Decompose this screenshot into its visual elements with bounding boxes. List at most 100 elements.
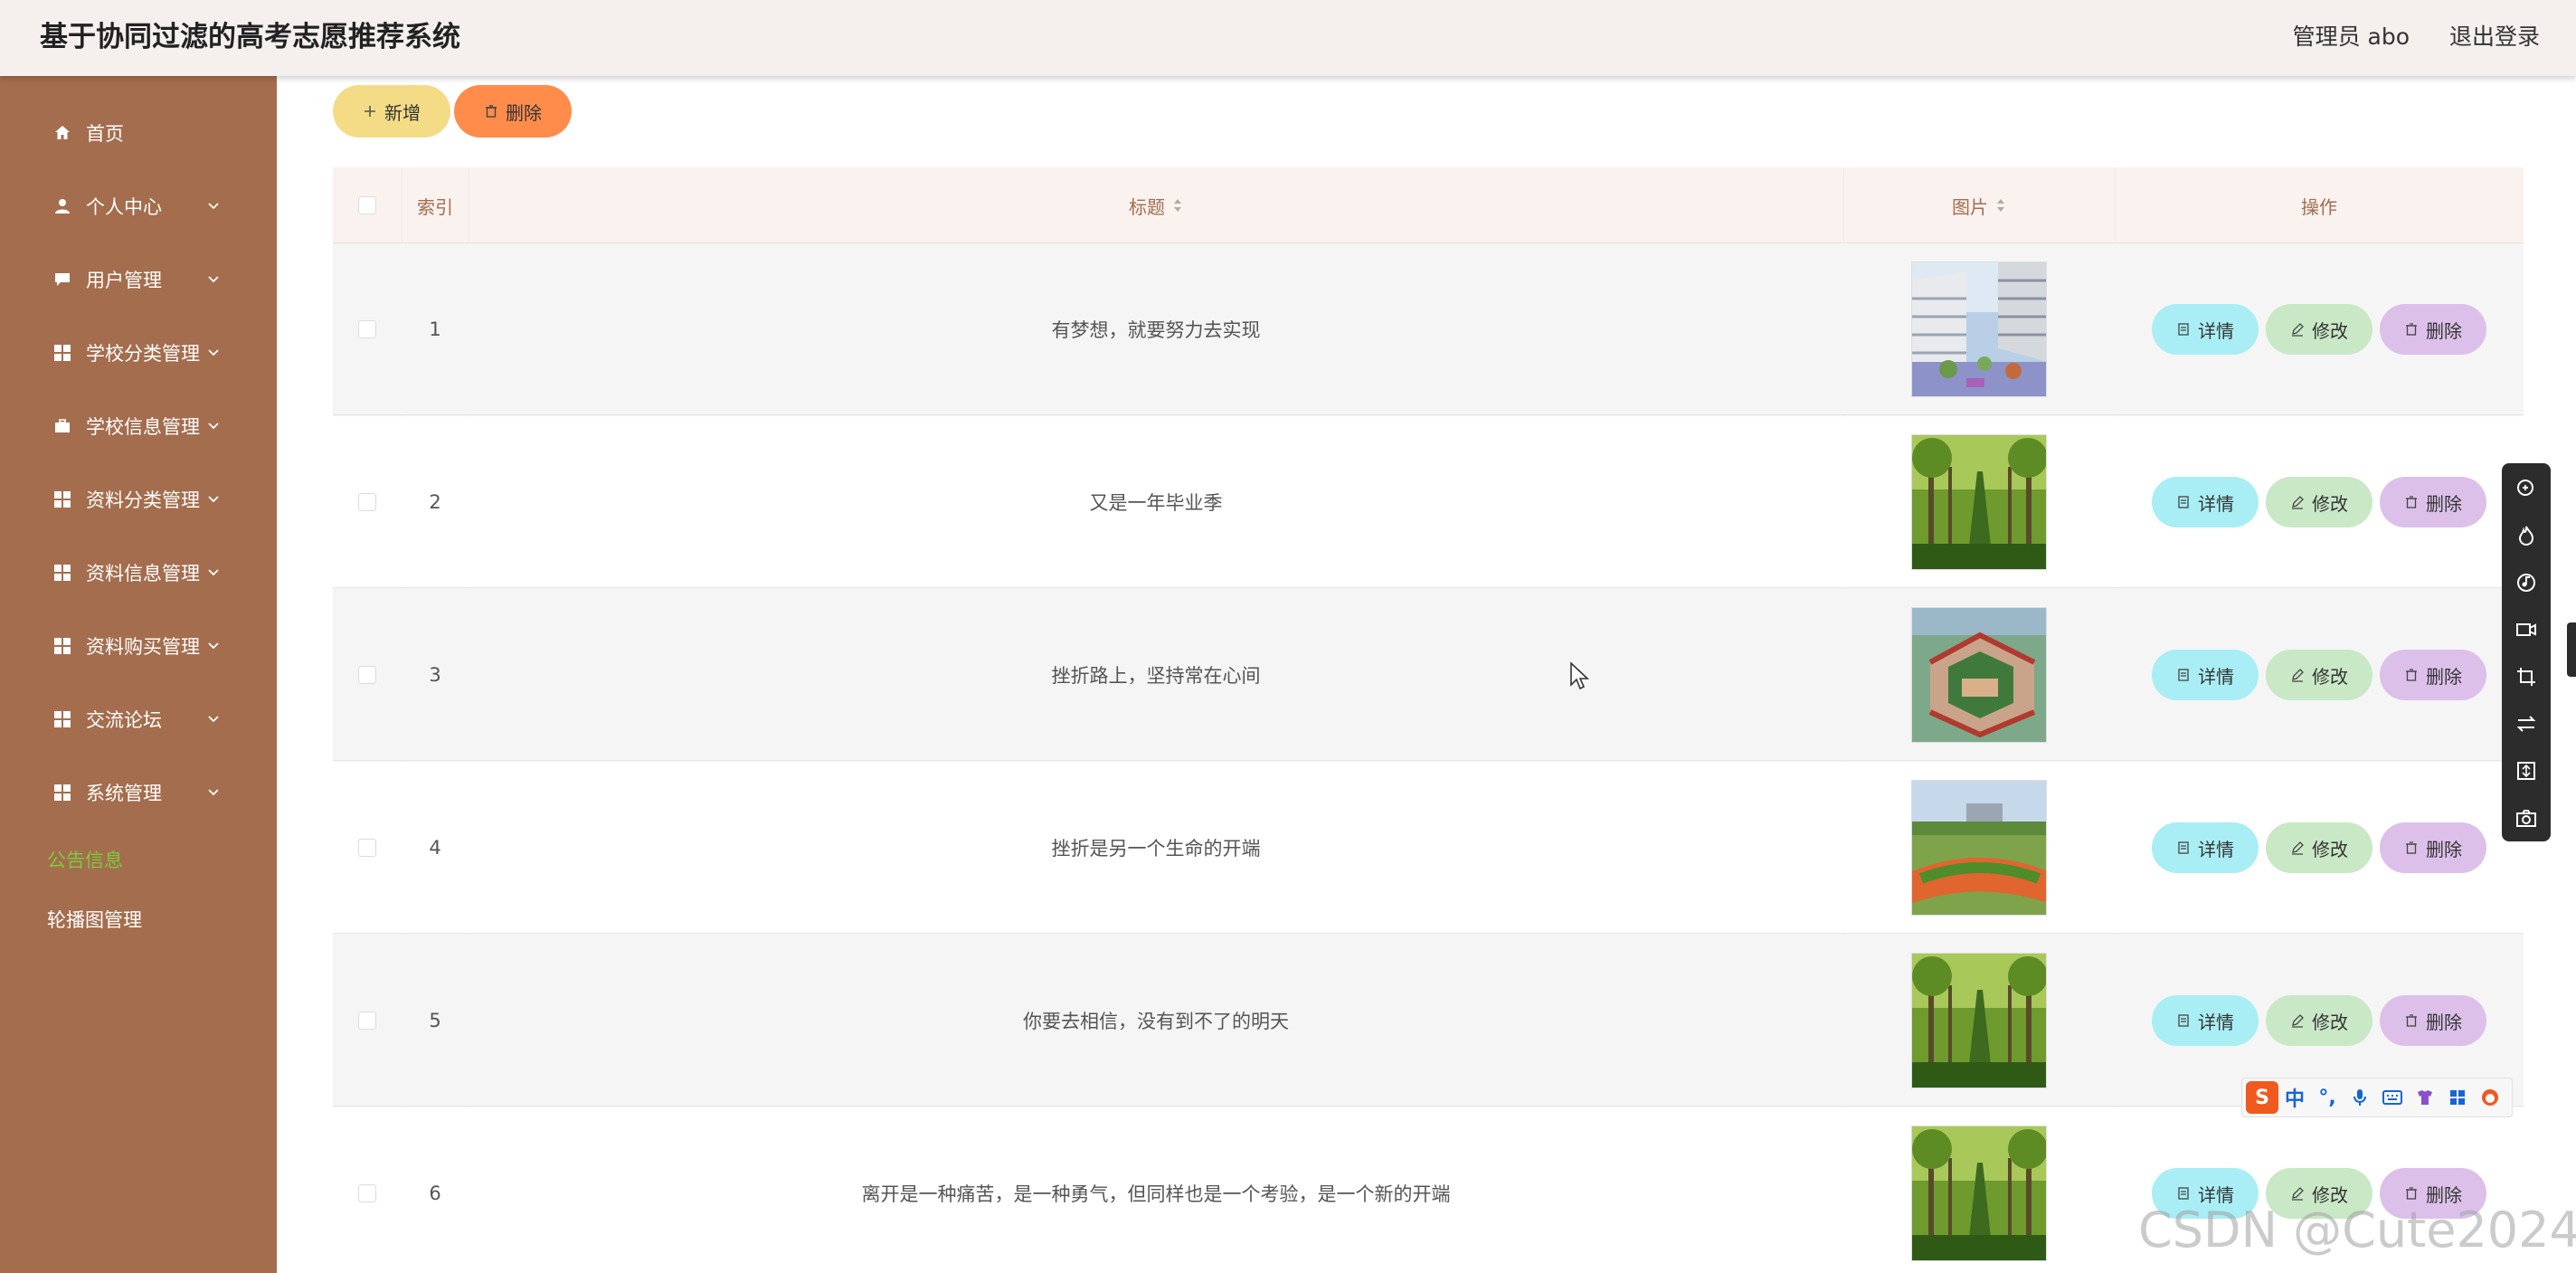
flame-icon[interactable] xyxy=(2515,525,2537,546)
swap-icon[interactable] xyxy=(2515,713,2537,735)
logout-link[interactable]: 退出登录 xyxy=(2449,24,2540,50)
sogou-logo-icon[interactable]: S xyxy=(2246,1081,2278,1114)
row-checkbox[interactable] xyxy=(358,493,376,511)
row-index: 3 xyxy=(429,664,441,686)
row-index: 4 xyxy=(429,837,441,859)
select-all-checkbox[interactable] xyxy=(358,196,376,214)
microphone-icon[interactable] xyxy=(2344,1081,2376,1114)
sidebar-item-label: 资料信息管理 xyxy=(86,563,200,584)
sidebar-item-material-info[interactable]: 资料信息管理 xyxy=(0,546,277,600)
detail-button[interactable]: 详情 xyxy=(2152,995,2259,1046)
detail-button[interactable]: 详情 xyxy=(2152,822,2259,873)
floating-toolbar-handle[interactable] xyxy=(2567,622,2576,677)
sidebar-item-school-info[interactable]: 学校信息管理 xyxy=(0,399,277,453)
row-image-cell xyxy=(1843,589,2115,761)
row-title: 挫折是另一个生命的开端 xyxy=(1051,838,1261,860)
tree-lined-road-photo[interactable] xyxy=(1911,1126,2047,1261)
trash-icon xyxy=(2404,1013,2419,1028)
document-icon xyxy=(2176,495,2191,509)
sort-icon[interactable] xyxy=(1995,197,2006,214)
edit-button[interactable]: 修改 xyxy=(2266,822,2372,873)
sidebar-item-system[interactable]: 系统管理 xyxy=(0,765,277,820)
grid-icon xyxy=(52,563,72,583)
scroll-capture-icon[interactable] xyxy=(2515,760,2537,782)
sidebar-item-school-category[interactable]: 学校分类管理 xyxy=(0,326,277,380)
row-image-cell xyxy=(1843,762,2115,934)
row-index: 6 xyxy=(429,1183,441,1204)
column-header-image[interactable]: 图片 xyxy=(1843,167,2115,243)
campus-aerial-photo[interactable] xyxy=(1911,607,2047,743)
pencil-icon xyxy=(2290,668,2305,682)
edit-button[interactable]: 修改 xyxy=(2266,477,2372,527)
batch-delete-button[interactable]: 删除 xyxy=(454,85,572,138)
edit-button[interactable]: 修改 xyxy=(2266,995,2372,1046)
trash-icon xyxy=(484,104,498,119)
remove-button[interactable]: 删除 xyxy=(2380,650,2486,700)
edit-button[interactable]: 修改 xyxy=(2266,650,2372,700)
row-checkbox[interactable] xyxy=(358,320,376,338)
ime-toolbar: S 中 °, xyxy=(2241,1078,2513,1117)
music-icon[interactable] xyxy=(2515,572,2537,594)
floating-toolbar xyxy=(2502,463,2551,841)
row-select-cell xyxy=(333,243,402,415)
tree-lined-road-photo[interactable] xyxy=(1911,434,2047,570)
remove-button[interactable]: 删除 xyxy=(2380,304,2486,355)
column-header-actions: 操作 xyxy=(2301,195,2337,218)
chevron-down-icon xyxy=(208,276,219,283)
trash-icon xyxy=(2404,841,2419,855)
sort-icon[interactable] xyxy=(1172,197,1183,214)
row-checkbox[interactable] xyxy=(358,1012,376,1030)
remove-label: 删除 xyxy=(2426,319,2462,342)
chevron-down-icon xyxy=(208,789,219,796)
row-title: 你要去相信，没有到不了的明天 xyxy=(1023,1011,1289,1032)
zoom-icon[interactable] xyxy=(2515,478,2537,499)
detail-button[interactable]: 详情 xyxy=(2152,650,2259,700)
record-video-icon[interactable] xyxy=(2515,619,2537,641)
sidebar-item-label: 系统管理 xyxy=(86,783,162,804)
edit-label: 修改 xyxy=(2312,492,2348,515)
table-header: 索引 标题 图片 操作 xyxy=(333,167,2524,243)
document-icon xyxy=(2176,1186,2191,1201)
campus-building-photo[interactable] xyxy=(1911,261,2047,397)
camera-icon[interactable] xyxy=(2515,807,2537,829)
column-header-title[interactable]: 标题 xyxy=(469,167,1843,243)
sidebar-item-forum[interactable]: 交流论坛 xyxy=(0,692,277,746)
toolbox-icon[interactable] xyxy=(2441,1081,2474,1114)
row-checkbox[interactable] xyxy=(358,666,376,684)
sidebar-item-label: 资料购买管理 xyxy=(86,636,200,658)
sidebar-item-home[interactable]: 首页 xyxy=(0,106,277,160)
edit-label: 修改 xyxy=(2312,319,2348,342)
mouse-cursor-icon xyxy=(1570,662,1590,690)
detail-label: 详情 xyxy=(2198,665,2234,688)
detail-label: 详情 xyxy=(2198,319,2234,342)
mascot-icon[interactable] xyxy=(2474,1081,2506,1114)
sidebar-item-users[interactable]: 用户管理 xyxy=(0,252,277,307)
row-checkbox[interactable] xyxy=(358,839,376,857)
sidebar-item-material-purchase[interactable]: 资料购买管理 xyxy=(0,619,277,673)
sidebar-subitem-announcements[interactable]: 公告信息 xyxy=(0,832,277,887)
app-title: 基于协同过滤的高考志愿推荐系统 xyxy=(40,21,460,53)
sidebar-item-profile[interactable]: 个人中心 xyxy=(0,179,277,233)
ime-punctuation-toggle[interactable]: °, xyxy=(2311,1081,2344,1114)
keyboard-icon[interactable] xyxy=(2376,1081,2409,1114)
row-checkbox[interactable] xyxy=(358,1184,376,1202)
detail-button[interactable]: 详情 xyxy=(2152,304,2259,355)
tree-lined-road-photo[interactable] xyxy=(1911,953,2047,1088)
add-button[interactable]: 新增 xyxy=(333,85,450,138)
sidebar-item-label: 资料分类管理 xyxy=(86,489,200,511)
sidebar-item-label: 用户管理 xyxy=(86,270,162,291)
skin-icon[interactable] xyxy=(2409,1081,2441,1114)
edit-button[interactable]: 修改 xyxy=(2266,304,2372,355)
edit-label: 修改 xyxy=(2312,665,2348,688)
sidebar-subitem-carousel[interactable]: 轮播图管理 xyxy=(0,892,277,946)
remove-button[interactable]: 删除 xyxy=(2380,477,2486,527)
sidebar-item-material-category[interactable]: 资料分类管理 xyxy=(0,472,277,527)
ime-mode-toggle[interactable]: 中 xyxy=(2278,1081,2311,1114)
crop-icon[interactable] xyxy=(2515,666,2537,688)
sidebar-item-label: 学校分类管理 xyxy=(86,343,200,365)
sports-field-photo[interactable] xyxy=(1911,780,2047,916)
chevron-down-icon xyxy=(208,716,219,723)
detail-button[interactable]: 详情 xyxy=(2152,477,2259,527)
remove-button[interactable]: 删除 xyxy=(2380,822,2486,873)
remove-button[interactable]: 删除 xyxy=(2380,995,2486,1046)
